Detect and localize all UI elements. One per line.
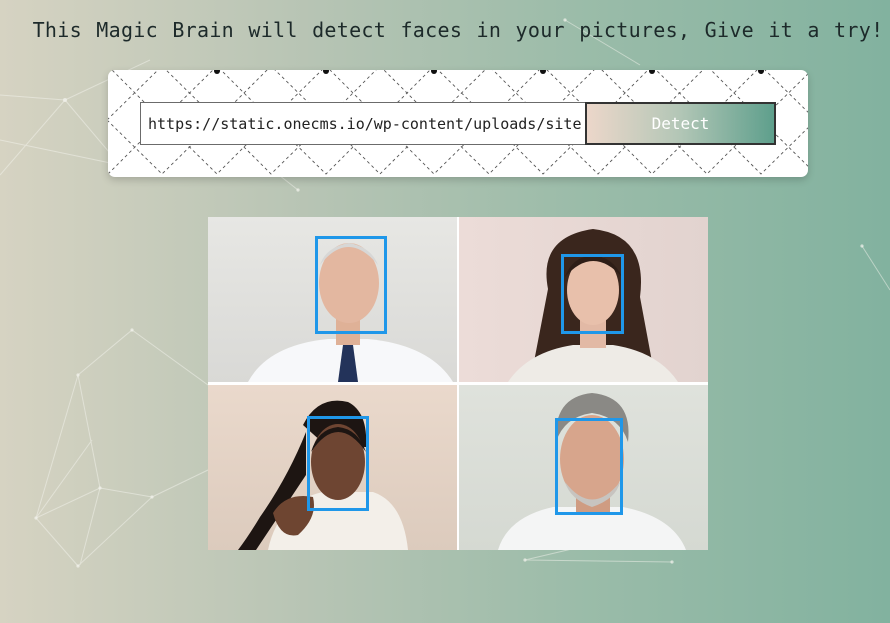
face-bounding-box	[555, 418, 623, 515]
face-bounding-box	[307, 416, 369, 511]
portrait-collage-image	[208, 217, 708, 550]
image-url-input[interactable]	[140, 102, 590, 145]
face-bounding-box	[561, 254, 624, 334]
result-image	[208, 217, 708, 550]
face-bounding-box	[315, 236, 387, 334]
page-tagline: This Magic Brain will detect faces in yo…	[32, 18, 884, 42]
detect-button[interactable]: Detect	[585, 102, 776, 145]
image-link-form: Detect	[108, 70, 808, 177]
